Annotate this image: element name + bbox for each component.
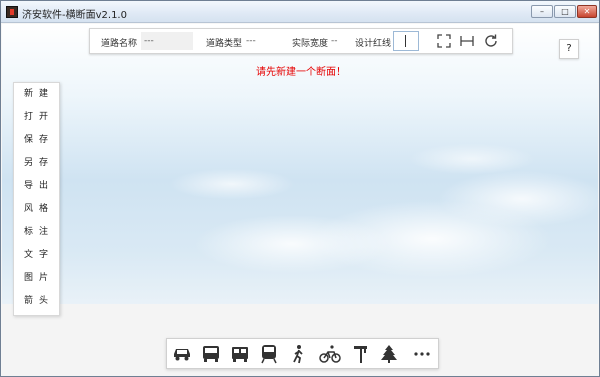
car-icon[interactable] <box>171 344 193 364</box>
train-icon[interactable] <box>258 344 280 364</box>
fit-width-icon[interactable] <box>459 33 475 49</box>
refresh-icon[interactable] <box>483 33 499 49</box>
menu-item-annotate[interactable]: 标注 <box>14 221 59 243</box>
road-name-value: --- <box>144 36 154 46</box>
actual-width-value: -- <box>331 36 338 46</box>
menu-item-text[interactable]: 文字 <box>14 244 59 266</box>
design-redline-input[interactable] <box>393 31 419 51</box>
side-menu: 新建 打开 保存 另存 导出 风格 标注 文字 图片 箭头 <box>13 82 60 316</box>
app-window: 济安软件-横断面v2.1.0 – □ ✕ 道路名称 --- 道路类型 --- 实… <box>0 0 600 377</box>
menu-item-new[interactable]: 新建 <box>14 83 59 105</box>
road-info-bar: 道路名称 --- 道路类型 --- 实际宽度 -- 设计红线 <box>89 28 513 54</box>
road-name-label: 道路名称 <box>101 39 138 49</box>
menu-item-save[interactable]: 保存 <box>14 129 59 151</box>
minimize-button[interactable]: – <box>531 5 553 18</box>
menu-item-open[interactable]: 打开 <box>14 106 59 128</box>
bicycle-icon[interactable] <box>319 344 341 364</box>
bus-icon[interactable] <box>200 344 222 364</box>
app-logo-icon <box>6 6 18 18</box>
menu-item-image[interactable]: 图片 <box>14 267 59 289</box>
menu-item-arrow[interactable]: 箭头 <box>14 290 59 312</box>
fullscreen-icon[interactable] <box>436 33 452 49</box>
tree-icon[interactable] <box>378 344 400 364</box>
road-type-value[interactable]: --- <box>246 36 256 46</box>
actual-width-label: 实际宽度 <box>292 39 329 49</box>
menu-item-style[interactable]: 风格 <box>14 198 59 220</box>
more-icon[interactable] <box>411 344 433 364</box>
tram-icon[interactable] <box>229 344 251 364</box>
status-notice: 请先新建一个断面！ <box>256 67 346 78</box>
design-redline-label: 设计红线 <box>355 39 392 49</box>
element-toolbar <box>166 338 439 369</box>
menu-item-export[interactable]: 导出 <box>14 175 59 197</box>
menu-item-save-as[interactable]: 另存 <box>14 152 59 174</box>
help-button[interactable]: ? <box>559 39 579 59</box>
street-sign-icon[interactable] <box>349 344 371 364</box>
window-title: 济安软件-横断面v2.1.0 <box>22 10 127 21</box>
pedestrian-icon[interactable] <box>288 344 310 364</box>
title-bar[interactable]: 济安软件-横断面v2.1.0 – □ ✕ <box>1 1 599 23</box>
maximize-button[interactable]: □ <box>554 5 576 18</box>
close-button[interactable]: ✕ <box>577 5 597 18</box>
road-type-label: 道路类型 <box>206 39 243 49</box>
